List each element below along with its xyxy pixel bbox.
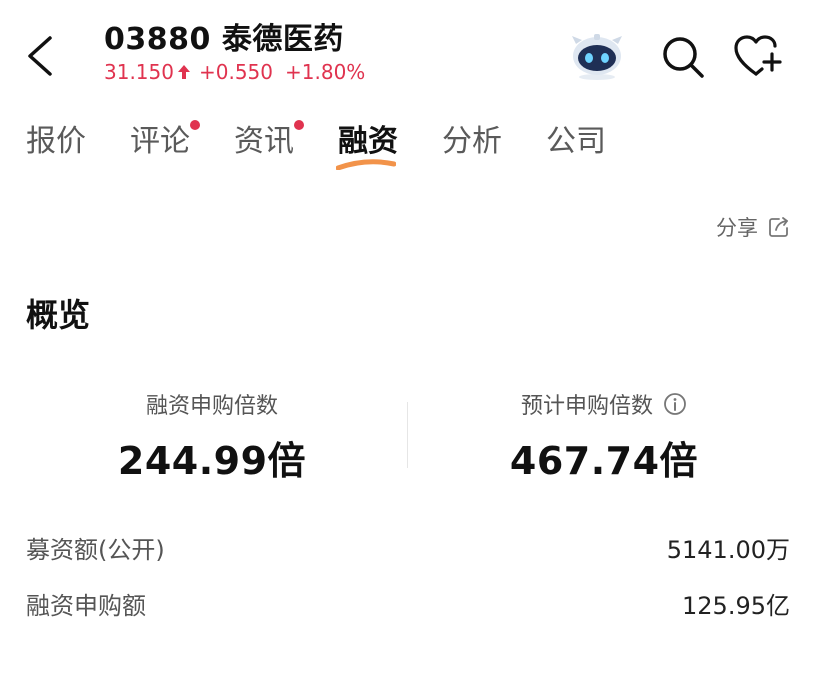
heart-plus-icon [734,35,782,76]
row-label: 募资额(公开) [26,536,165,564]
stock-name: 泰德医药 [221,22,344,57]
stat-label: 融资申购倍数 [145,394,278,419]
stat-value: 467.74倍 [509,439,699,483]
tab-financing[interactable]: 融资 [336,118,398,170]
active-tab-underline [336,159,396,170]
detail-row-raised-amount: 募资额(公开) 5141.00万 [26,530,790,570]
add-favorite-button[interactable] [732,32,784,80]
stock-quote: 31.150 +0.550 +1.80% [104,60,365,84]
row-label: 融资申购额 [26,592,146,620]
notification-dot [294,120,304,130]
stat-value: 244.99倍 [117,439,307,483]
notification-dot [190,120,200,130]
row-value: 125.95亿 [682,592,790,620]
stock-title: 03880 泰德医药 [104,14,344,58]
assistant-button[interactable] [568,30,626,82]
tab-company[interactable]: 公司 [546,118,606,166]
detail-row-financing-amount: 融资申购额 125.95亿 [26,586,790,626]
arrow-up-icon [177,65,190,79]
stat-estimated-multiple: 预计申购倍数 467.74倍 [454,388,754,485]
section-title: 概览 [26,296,91,334]
price-change: +0.550 [198,60,273,84]
stat-label: 预计申购倍数 [520,394,653,419]
stock-code: 03880 [104,22,211,57]
tab-quote[interactable]: 报价 [26,118,86,166]
info-icon[interactable] [663,392,687,416]
stat-financing-multiple: 融资申购倍数 244.99倍 [62,388,362,485]
row-value: 5141.00万 [666,536,790,564]
share-label: 分享 [716,216,758,240]
chevron-left-icon [28,36,52,76]
search-icon [663,37,704,78]
divider [407,402,408,468]
price-change-percent: +1.80% [285,60,366,84]
search-button[interactable] [660,34,706,80]
tab-comments[interactable]: 评论 [130,118,200,166]
back-button[interactable] [22,34,62,78]
robot-assistant-icon [572,34,622,80]
tab-news[interactable]: 资讯 [234,118,304,166]
stock-price: 31.150 [104,60,174,84]
share-icon [769,217,788,237]
tab-analysis[interactable]: 分析 [442,118,502,166]
share-button[interactable]: 分享 [716,212,790,242]
tab-bar: 报价 评论 资讯 融资 分析 公司 [26,118,650,170]
